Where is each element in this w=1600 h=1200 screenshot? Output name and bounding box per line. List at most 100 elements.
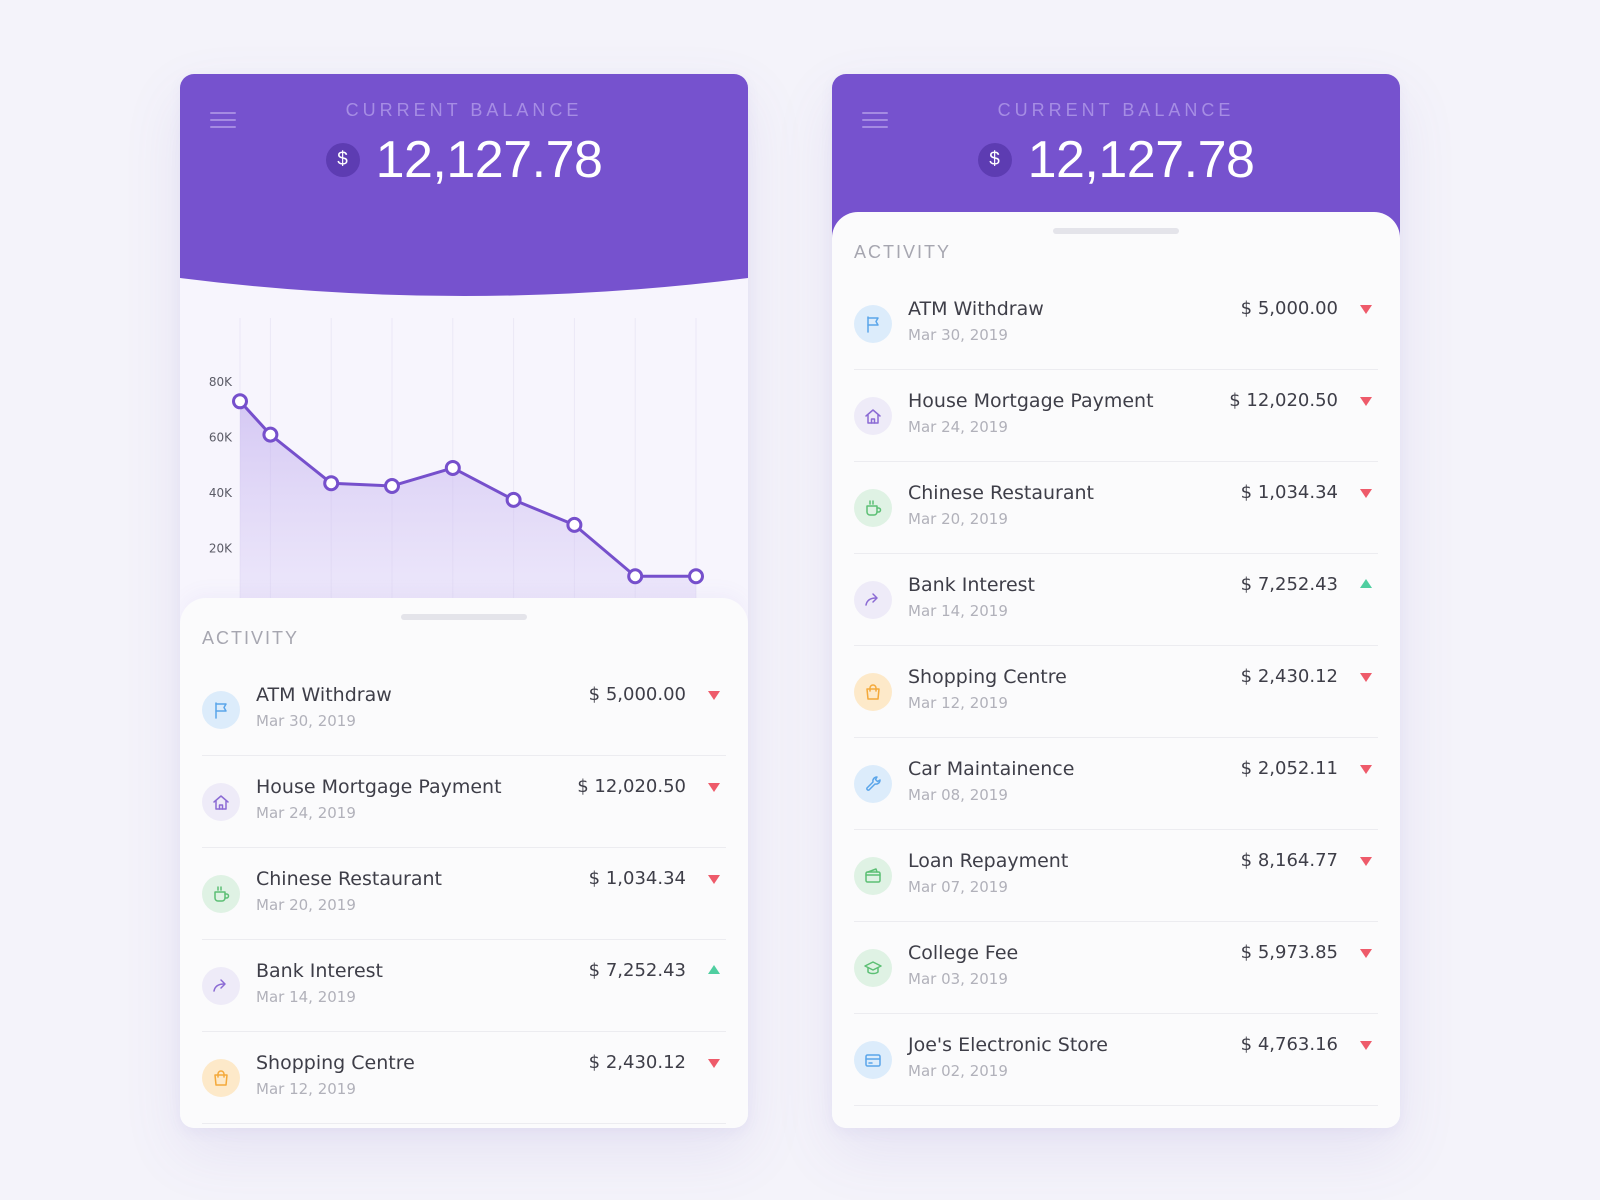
activity-sheet: ACTIVITY ATM Withdraw Mar 30, 2019 $ 5,000…	[180, 598, 748, 1128]
transaction-name: Bank Interest	[908, 574, 1035, 596]
transaction-date: Mar 08, 2019	[908, 786, 1008, 804]
arrow-down-icon	[708, 1059, 720, 1068]
arrow-down-icon	[708, 691, 720, 700]
sheet-drag-handle[interactable]	[401, 614, 527, 620]
transaction-item[interactable]: College Fee Mar 03, 2019 $ 5,973.85	[854, 922, 1378, 1014]
transaction-amount: $ 5,000.00	[588, 684, 686, 705]
arrow-down-icon	[1360, 949, 1372, 958]
transaction-date: Mar 02, 2019	[908, 1062, 1008, 1080]
transaction-name: College Fee	[908, 942, 1019, 964]
wallet-icon	[854, 857, 892, 895]
chart-area	[240, 401, 696, 604]
balance-screen-with-chart: CURRENT BALANCE $ 12,127.78 026101418222…	[180, 74, 748, 1128]
transaction-item[interactable]: Bank Interest Mar 14, 2019 $ 7,252.43	[854, 554, 1378, 646]
transaction-name: House Mortgage Payment	[256, 776, 502, 798]
transaction-name: Joe's Electronic Store	[908, 1034, 1108, 1056]
shopping-bag-icon	[854, 673, 892, 711]
flag-icon	[202, 691, 240, 729]
arrow-down-icon	[1360, 673, 1372, 682]
transaction-item[interactable]: Chinese Restaurant Mar 20, 2019 $ 1,034.34	[854, 462, 1378, 554]
transaction-amount: $ 5,000.00	[1240, 298, 1338, 319]
home-icon	[202, 783, 240, 821]
transaction-name: Shopping Centre	[256, 1052, 415, 1074]
header-wave	[180, 204, 748, 296]
flag-icon	[854, 305, 892, 343]
coffee-cup-icon	[854, 489, 892, 527]
arrow-down-icon	[1360, 489, 1372, 498]
activity-list: ATM Withdraw Mar 30, 2019 $ 5,000.00 House …	[854, 278, 1378, 1106]
transaction-date: Mar 24, 2019	[908, 418, 1008, 436]
transaction-date: Mar 24, 2019	[256, 804, 356, 822]
chart-point	[323, 475, 340, 492]
graduation-cap-icon	[854, 949, 892, 987]
transaction-amount: $ 4,763.16	[1240, 1034, 1338, 1055]
transaction-item[interactable]: Bank Interest Mar 14, 2019 $ 7,252.43	[202, 940, 726, 1032]
transaction-name: Shopping Centre	[908, 666, 1067, 688]
y-tick-label: 60K	[209, 430, 233, 444]
transaction-item[interactable]: Shopping Centre Mar 12, 2019 $ 2,430.12	[854, 646, 1378, 738]
transaction-amount: $ 2,052.11	[1240, 758, 1338, 779]
transaction-name: ATM Withdraw	[908, 298, 1044, 320]
transaction-date: Mar 20, 2019	[908, 510, 1008, 528]
chart-point	[688, 568, 704, 585]
transaction-name: Bank Interest	[256, 960, 383, 982]
shopping-bag-icon	[202, 1059, 240, 1097]
transaction-date: Mar 07, 2019	[908, 878, 1008, 896]
arrow-down-icon	[1360, 1041, 1372, 1050]
transaction-amount: $ 2,430.12	[1240, 666, 1338, 687]
arrow-up-icon	[1360, 579, 1372, 588]
y-tick-label: 80K	[209, 375, 233, 389]
arrow-down-icon	[1360, 765, 1372, 774]
balance-label: CURRENT BALANCE	[997, 100, 1235, 120]
sheet-drag-handle[interactable]	[1053, 228, 1179, 234]
transaction-date: Mar 03, 2019	[908, 970, 1008, 988]
transaction-name: Loan Repayment	[908, 850, 1069, 872]
transaction-name: House Mortgage Payment	[908, 390, 1154, 412]
arrow-down-icon	[1360, 305, 1372, 314]
transaction-item[interactable]: ATM Withdraw Mar 30, 2019 $ 5,000.00	[202, 664, 726, 756]
chart-point	[444, 459, 461, 476]
transaction-date: Mar 30, 2019	[256, 712, 356, 730]
activity-title: ACTIVITY	[854, 242, 952, 262]
arrow-up-icon	[708, 965, 720, 974]
transaction-amount: $ 8,164.77	[1240, 850, 1338, 871]
transaction-amount: $ 1,034.34	[588, 868, 686, 889]
transaction-name: Chinese Restaurant	[908, 482, 1094, 504]
transaction-item[interactable]: House Mortgage Payment Mar 24, 2019 $ 12,0…	[854, 370, 1378, 462]
transaction-item[interactable]: House Mortgage Payment Mar 24, 2019 $ 12,0…	[202, 756, 726, 848]
balance-label: CURRENT BALANCE	[345, 100, 583, 120]
transaction-amount: $ 12,020.50	[577, 776, 686, 797]
transaction-item[interactable]: ATM Withdraw Mar 30, 2019 $ 5,000.00	[854, 278, 1378, 370]
transaction-amount: $ 12,020.50	[1229, 390, 1338, 411]
transaction-item[interactable]: Joe's Electronic Store Mar 02, 2019 $ 4,76…	[854, 1014, 1378, 1106]
chart-point	[627, 568, 644, 585]
wrench-icon	[854, 765, 892, 803]
chart-point	[232, 393, 248, 410]
transaction-date: Mar 30, 2019	[908, 326, 1008, 344]
home-icon	[854, 397, 892, 435]
transaction-name: Car Maintainence	[908, 758, 1075, 780]
arrow-down-icon	[1360, 857, 1372, 866]
y-tick-label: 40K	[209, 486, 233, 500]
transaction-date: Mar 14, 2019	[256, 988, 356, 1006]
balance-amount: 12,127.78	[375, 131, 603, 189]
activity-list: ATM Withdraw Mar 30, 2019 $ 5,000.00 House …	[202, 664, 726, 1124]
activity-sheet: ACTIVITY ATM Withdraw Mar 30, 2019 $ 5,000…	[832, 212, 1400, 1128]
transaction-item[interactable]: Car Maintainence Mar 08, 2019 $ 2,052.11	[854, 738, 1378, 830]
currency-badge: $	[977, 143, 1012, 177]
chart-point	[384, 477, 400, 494]
currency-badge: $	[325, 143, 360, 177]
coffee-cup-icon	[202, 875, 240, 913]
card-icon	[854, 1041, 892, 1079]
transaction-item[interactable]: Loan Repayment Mar 07, 2019 $ 8,164.77	[854, 830, 1378, 922]
chart-point	[566, 516, 583, 533]
arrow-down-icon	[708, 875, 720, 884]
transaction-amount: $ 2,430.12	[588, 1052, 686, 1073]
transaction-item[interactable]: Shopping Centre Mar 12, 2019 $ 2,430.12	[202, 1032, 726, 1124]
transaction-amount: $ 1,034.34	[1240, 482, 1338, 503]
transaction-date: Mar 12, 2019	[908, 694, 1008, 712]
activity-title: ACTIVITY	[202, 628, 300, 648]
transaction-item[interactable]: Chinese Restaurant Mar 20, 2019 $ 1,034.34	[202, 848, 726, 940]
transaction-date: Mar 20, 2019	[256, 896, 356, 914]
transaction-name: Chinese Restaurant	[256, 868, 442, 890]
